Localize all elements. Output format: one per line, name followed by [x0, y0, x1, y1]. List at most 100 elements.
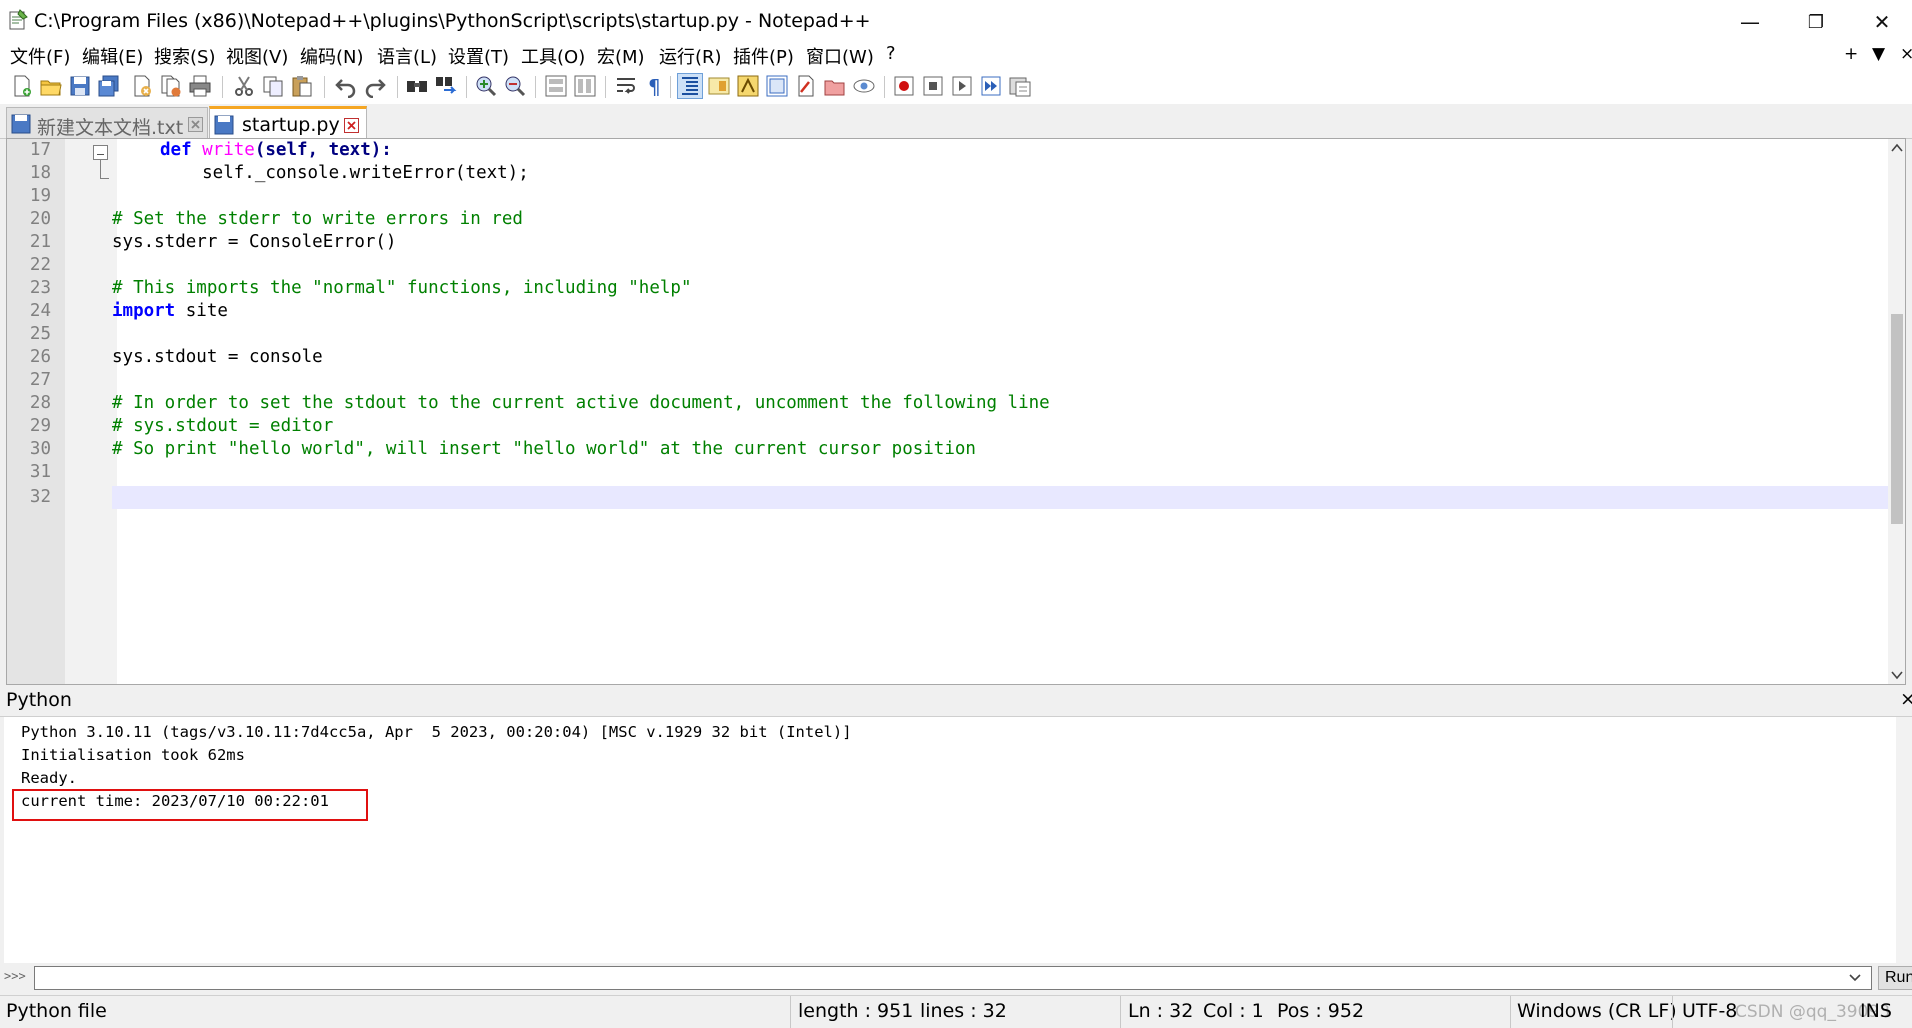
fold-end	[100, 178, 109, 179]
status-encoding[interactable]: UTF-8	[1682, 1000, 1737, 1022]
status-eol[interactable]: Windows (CR LF)	[1517, 1000, 1677, 1022]
menu-close-doc-button[interactable]: ×	[1900, 44, 1912, 64]
menu-language[interactable]: 语言(L)	[377, 43, 437, 69]
folder-as-workspace-icon[interactable]	[823, 74, 847, 98]
menu-view[interactable]: 视图(V)	[226, 43, 288, 69]
code-editor[interactable]: 17 18 19 20 21 22 23 24 25 26 27 28 29 3…	[6, 138, 1906, 685]
restore-button[interactable]: ❐	[1786, 0, 1846, 44]
console-prompt: >>>	[4, 969, 26, 983]
play-macro-icon[interactable]	[950, 74, 974, 98]
editor-scroll-thumb[interactable]	[1891, 314, 1903, 524]
show-all-chars-icon[interactable]: ¶	[643, 74, 667, 98]
sync-horizontal-icon[interactable]	[573, 74, 597, 98]
run-button[interactable]: Run	[1878, 966, 1912, 990]
console-command-input[interactable]	[34, 966, 1872, 990]
tab-close-icon[interactable]	[344, 118, 359, 133]
comment-line: # Set the stderr to write errors in red	[112, 209, 523, 229]
record-macro-icon[interactable]	[892, 74, 916, 98]
line-number: 32	[29, 487, 51, 507]
menu-plus-button[interactable]: +	[1844, 44, 1858, 64]
close-icon[interactable]	[130, 74, 154, 98]
keyword-token: def	[160, 140, 192, 160]
redo-icon[interactable]	[363, 74, 387, 98]
console-vertical-scrollbar[interactable]	[1896, 717, 1912, 963]
menu-window[interactable]: 窗口(W)	[806, 43, 874, 69]
sync-vertical-icon[interactable]	[544, 74, 568, 98]
save-all-icon[interactable]	[97, 74, 121, 98]
menu-plugins[interactable]: 插件(P)	[733, 43, 794, 69]
menu-help[interactable]: ?	[886, 43, 896, 64]
line-number: 18	[29, 163, 51, 183]
fold-collapse-icon[interactable]	[93, 145, 108, 160]
toolbar-separator	[466, 76, 467, 98]
console-line: Initialisation took 62ms	[21, 746, 245, 764]
scroll-down-icon[interactable]	[1891, 670, 1903, 680]
toolbar-separator	[324, 76, 325, 98]
zoom-in-icon[interactable]	[474, 74, 498, 98]
doc-map-icon[interactable]	[707, 74, 731, 98]
monitoring-icon[interactable]	[852, 74, 876, 98]
line-number: 27	[29, 370, 51, 390]
line-number: 22	[29, 255, 51, 275]
menu-file[interactable]: 文件(F)	[10, 43, 70, 69]
menu-bar: 文件(F) 编辑(E) 搜索(S) 视图(V) 编码(N) 语言(L) 设置(T…	[0, 40, 1912, 70]
run-macro-multiple-icon[interactable]	[979, 74, 1003, 98]
cut-icon[interactable]	[232, 74, 256, 98]
doc-list-icon[interactable]	[765, 74, 789, 98]
tab-startup-py[interactable]: startup.py	[209, 106, 367, 142]
menu-edit[interactable]: 编辑(E)	[82, 43, 143, 69]
find-icon[interactable]	[405, 74, 429, 98]
scroll-up-icon[interactable]	[1891, 143, 1903, 153]
console-close-button[interactable]: ×	[1900, 688, 1912, 710]
line-number: 23	[29, 278, 51, 298]
toolbar-separator	[884, 76, 885, 98]
tab-new-text-document[interactable]: 新建文本文档.txt	[6, 107, 208, 139]
menu-search[interactable]: 搜索(S)	[154, 43, 215, 69]
python-console-title: Python	[6, 689, 72, 711]
save-macro-icon[interactable]	[1008, 74, 1032, 98]
menu-run[interactable]: 运行(R)	[659, 43, 722, 69]
new-file-icon[interactable]	[10, 74, 34, 98]
saved-file-disk-icon	[214, 115, 234, 135]
console-line: Ready.	[21, 769, 77, 787]
editor-vertical-scrollbar[interactable]	[1888, 139, 1905, 684]
minimize-button[interactable]: —	[1720, 0, 1780, 44]
tab-label: 新建文本文档.txt	[37, 117, 184, 139]
close-window-button[interactable]: ✕	[1852, 0, 1912, 44]
code-line: sys.stdout = console	[112, 347, 323, 367]
undo-icon[interactable]	[334, 74, 358, 98]
stop-record-icon[interactable]	[921, 74, 945, 98]
saved-file-disk-icon	[11, 114, 31, 134]
code-line: import site	[112, 300, 228, 323]
status-pos: Pos : 952	[1277, 1000, 1365, 1022]
paste-icon[interactable]	[290, 74, 314, 98]
menu-tools[interactable]: 工具(O)	[521, 43, 585, 69]
current-line-highlight	[112, 486, 1899, 509]
word-wrap-icon[interactable]	[614, 74, 638, 98]
replace-icon[interactable]	[434, 74, 458, 98]
tab-close-icon[interactable]	[188, 117, 203, 132]
chevron-down-icon[interactable]	[1848, 973, 1862, 983]
zoom-out-icon[interactable]	[503, 74, 527, 98]
python-console-output[interactable]: Python 3.10.11 (tags/v3.10.11:7d4cc5a, A…	[4, 717, 1912, 963]
comment-line: # sys.stdout = editor	[112, 416, 334, 436]
folder-workspace-icon[interactable]	[794, 74, 818, 98]
toolbar-separator	[535, 76, 536, 98]
function-list-icon[interactable]	[736, 74, 760, 98]
copy-icon[interactable]	[261, 74, 285, 98]
status-separator	[1672, 996, 1673, 1028]
save-icon[interactable]	[68, 74, 92, 98]
open-file-icon[interactable]	[39, 74, 63, 98]
menu-macro[interactable]: 宏(M)	[597, 43, 645, 69]
menu-down-button[interactable]: ▼	[1872, 44, 1885, 64]
indent-guide-icon[interactable]	[677, 73, 703, 99]
line-number: 24	[29, 301, 51, 321]
menu-settings[interactable]: 设置(T)	[448, 43, 509, 69]
close-all-icon[interactable]	[159, 74, 183, 98]
menu-encoding[interactable]: 编码(N)	[300, 43, 364, 69]
comment-line: # So print "hello world", will insert "h…	[112, 439, 976, 459]
title-bar: C:\Program Files (x86)\Notepad++\plugins…	[0, 0, 1912, 44]
print-icon[interactable]	[188, 74, 212, 98]
status-file-type: Python file	[6, 1000, 107, 1022]
code-token: site	[175, 301, 228, 321]
